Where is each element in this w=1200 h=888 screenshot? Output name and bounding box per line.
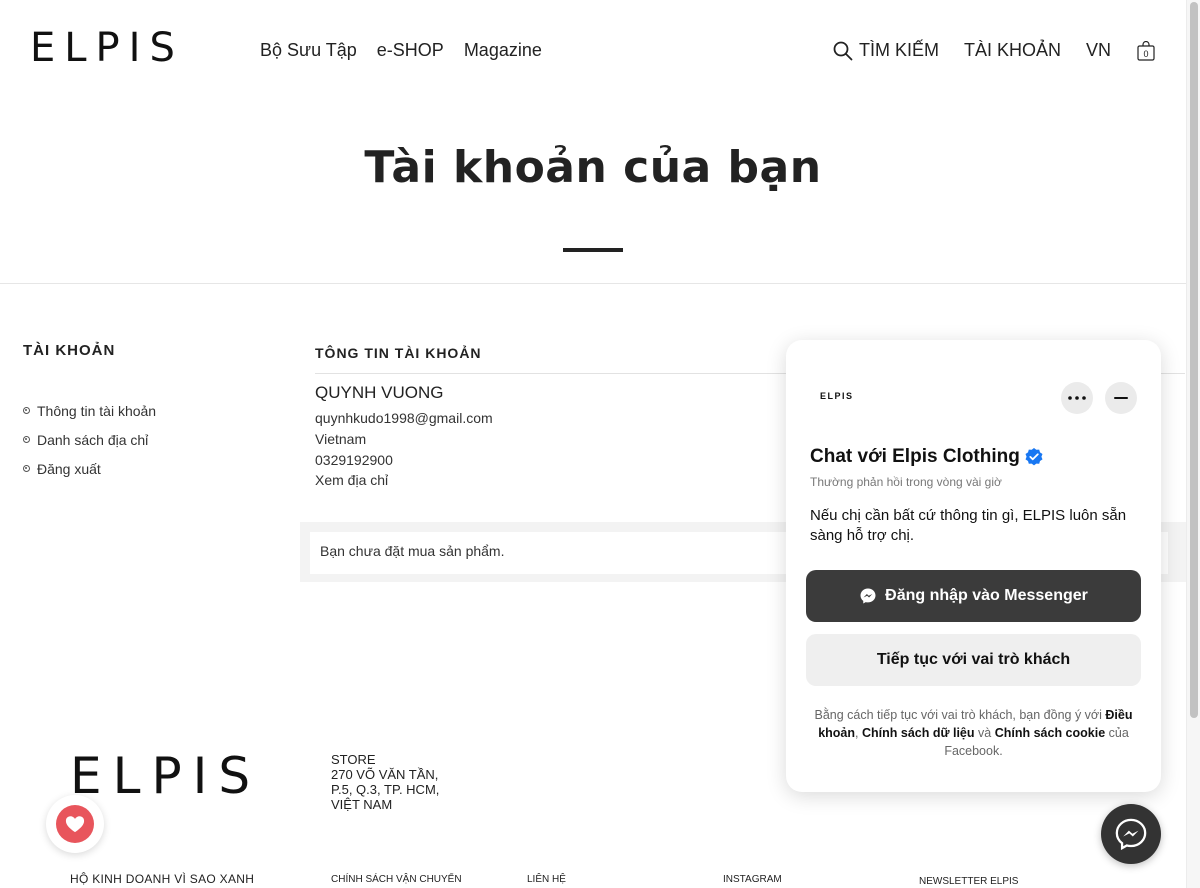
cookie-policy-link[interactable]: Chính sách cookie [995,726,1105,740]
store-address-line: 270 VÕ VĂN TẦN, [331,767,439,782]
footer-logo[interactable]: ELPIS [70,748,261,804]
sidebar-menu: Thông tin tài khoản Danh sách địa chỉ Đă… [23,396,156,483]
cart-button[interactable]: 0 [1136,40,1156,61]
footer-newsletter-heading: NEWSLETTER ELPIS [919,876,1019,887]
store-address-line: VIỆT NAM [331,797,393,812]
search-button[interactable]: TÌM KIẾM [833,40,939,61]
footer-contact-link[interactable]: LIÊN HỆ [527,874,566,885]
bullet-icon [23,465,30,472]
footer-shipping-link[interactable]: CHÍNH SÁCH VẬN CHUYỂN [331,874,462,885]
account-link[interactable]: TÀI KHOẢN [964,40,1061,61]
guest-button-label: Tiếp tục với vai trò khách [876,651,1071,668]
footer-instagram-link[interactable]: INSTAGRAM [723,874,782,885]
nav-eshop[interactable]: e-SHOP [377,40,444,61]
sidebar-item-account-info[interactable]: Thông tin tài khoản [23,396,156,425]
nav-collections[interactable]: Bộ Sưu Tập [260,40,357,61]
continue-as-guest-button[interactable]: Tiếp tục với vai trò khách [806,634,1141,686]
legal-separator: , [855,726,859,740]
view-address-link[interactable]: Xem địa chỉ [315,472,388,488]
scrollbar-thumb[interactable] [1190,2,1198,718]
search-label: TÌM KIẾM [858,40,939,60]
wishlist-button[interactable] [46,795,104,853]
chat-greeting-message: Nếu chị cần bất cứ thông tin gì, ELPIS l… [810,507,1127,544]
bullet-icon [23,436,30,443]
messenger-icon [1115,818,1147,851]
chat-response-time: Thường phản hồi trong vòng vài giờ [810,475,1002,489]
cart-count: 0 [1143,49,1148,59]
legal-and: và [978,726,992,740]
chat-minimize-button[interactable] [1105,382,1137,414]
store-label: STORE [331,752,376,767]
messenger-icon [860,588,876,604]
bullet-icon [23,407,30,414]
sidebar-item-label: Đăng xuất [37,460,101,477]
verified-badge-icon [1025,448,1043,466]
site-logo[interactable]: ELPIS [30,26,184,70]
more-options-icon [1068,396,1086,400]
page-title: Tài khoản của bạn [364,142,822,193]
messenger-launcher-button[interactable] [1101,804,1161,864]
shopping-bag-icon: 0 [1137,40,1155,61]
chat-legal-notice: Bằng cách tiếp tục với vai trò khách, bạ… [812,706,1135,760]
sidebar-item-label: Danh sách địa chỉ [37,431,149,448]
chat-page-logo: ELPIS [820,391,854,401]
page-scrollbar[interactable] [1186,0,1200,888]
search-icon [833,41,853,60]
account-info-heading: TÔNG TIN TÀI KHOẢN [315,345,482,361]
chat-options-button[interactable] [1061,382,1093,414]
sidebar-item-addresses[interactable]: Danh sách địa chỉ [23,425,156,454]
sidebar-heading: TÀI KHOẢN [23,342,116,359]
wishlist-badge [56,805,94,843]
data-policy-link[interactable]: Chính sách dữ liệu [862,726,975,740]
account-phone: 0329192900 [315,452,393,468]
legal-prefix: Bằng cách tiếp tục với vai trò khách, bạ… [814,708,1102,722]
chat-title: Chat với Elpis Clothing [810,446,1044,468]
store-address-line: P.5, Q.3, TP. HCM, [331,782,440,797]
nav-magazine[interactable]: Magazine [464,40,542,61]
messenger-chat-panel: ELPIS Chat với Elpis Clothing Thường phả… [786,340,1161,792]
utility-nav: TÌM KIẾM TÀI KHOẢN VN 0 [833,40,1156,61]
site-header: ELPIS Bộ Sưu Tập e-SHOP Magazine TÌM KIẾ… [0,0,1186,100]
account-email: quynhkudo1998@gmail.com [315,410,493,426]
messenger-login-label: Đăng nhập vào Messenger [885,587,1088,604]
store-address: STORE 270 VÕ VĂN TẦN, P.5, Q.3, TP. HCM,… [331,752,471,812]
footer-company: HỘ KINH DOANH VÌ SAO XANH [70,872,255,886]
minimize-icon [1114,397,1128,399]
account-country: Vietnam [315,431,367,447]
account-name: QUYNH VUONG [315,383,444,402]
chat-title-text: Chat với Elpis Clothing [810,446,1020,467]
heart-icon [65,816,85,833]
section-divider [0,283,1186,284]
main-nav: Bộ Sưu Tập e-SHOP Magazine [260,40,542,61]
title-underline [563,248,623,252]
messenger-login-button[interactable]: Đăng nhập vào Messenger [806,570,1141,622]
sidebar-item-logout[interactable]: Đăng xuất [23,454,156,483]
sidebar-item-label: Thông tin tài khoản [37,402,157,419]
language-switch[interactable]: VN [1086,40,1111,61]
